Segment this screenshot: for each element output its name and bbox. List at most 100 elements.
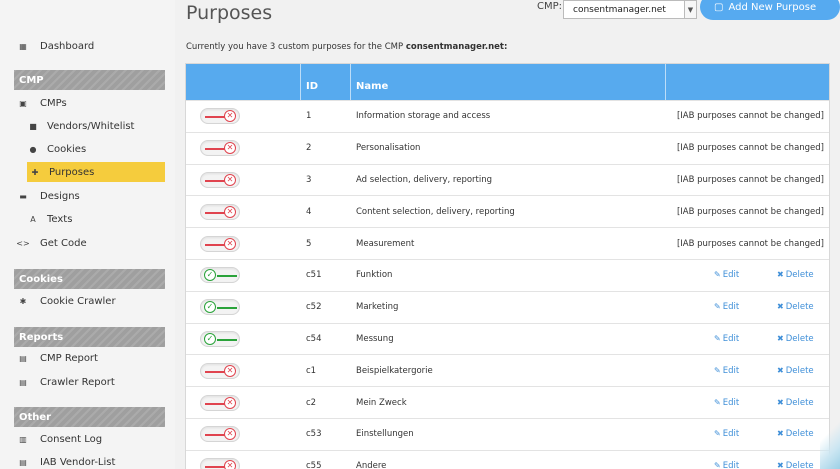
purpose-toggle[interactable]: ✓	[200, 299, 240, 316]
nav-get-code[interactable]: <> Get Code	[16, 233, 86, 253]
edit-button[interactable]: ✎ Edit	[714, 366, 739, 376]
close-icon: ✖	[777, 302, 784, 312]
font-icon: A	[30, 214, 36, 224]
purpose-toggle[interactable]: ✕	[200, 108, 240, 125]
close-icon: ✖	[777, 461, 784, 469]
purpose-toggle[interactable]: ✕	[200, 394, 240, 411]
edit-button[interactable]: ✎ Edit	[714, 334, 739, 344]
x-icon: ✕	[224, 428, 236, 441]
table-row: ✕ 5 Measurement [IAB purposes cannot be cha…	[186, 227, 829, 259]
toggle-cell: ✕	[186, 235, 301, 252]
check-icon: ✓	[204, 301, 216, 314]
delete-button[interactable]: ✖ Delete	[777, 461, 814, 469]
nav-iab-vendor-list[interactable]: ▤ IAB Vendor-List	[18, 452, 115, 469]
table-row: ✓ c54 Messung ✎ Edit ✖ Delete	[186, 322, 829, 355]
edit-button[interactable]: ✎ Edit	[714, 429, 739, 439]
table-row: ✕ 4 Content selection, delivery, reporting…	[186, 195, 829, 227]
toggle-cell: ✕	[186, 171, 301, 188]
close-icon: ✖	[777, 333, 784, 343]
edit-label: Edit	[722, 461, 740, 469]
toggle-track	[205, 402, 225, 405]
toggle-cell: ✕	[186, 203, 301, 220]
purpose-id: c1	[306, 365, 317, 376]
nav-crawler-report[interactable]: ▤ Crawler Report	[18, 372, 115, 392]
edit-icon: ✎	[714, 397, 721, 407]
purpose-toggle[interactable]: ✕	[200, 235, 240, 252]
x-icon: ✕	[224, 110, 236, 123]
section-other: Other	[14, 407, 165, 427]
close-icon: ✖	[777, 397, 784, 407]
purpose-name: Einstellungen	[356, 429, 414, 440]
cmp-select[interactable]: consentmanager.net ▼	[563, 0, 697, 19]
x-icon: ✕	[224, 173, 236, 186]
nav-vendors[interactable]: ■ Vendors/Whitelist	[28, 116, 134, 136]
nav-cmps[interactable]: ▣ CMPs	[18, 93, 66, 113]
delete-label: Delete	[785, 429, 814, 440]
delete-button[interactable]: ✖ Delete	[777, 429, 814, 439]
x-icon: ✕	[224, 364, 236, 377]
nav-purposes[interactable]: ✚ Purposes	[27, 162, 165, 182]
chevron-down-icon: ▼	[684, 1, 696, 18]
edit-button[interactable]: ✎ Edit	[714, 398, 739, 408]
actions-cell: ✎ Edit ✖ Delete	[666, 451, 829, 469]
nav-cmp-report[interactable]: ▤ CMP Report	[18, 348, 98, 368]
iab-note: [IAB purposes cannot be changed]	[676, 111, 824, 122]
purpose-id: c55	[306, 461, 322, 469]
nav-iab-vendor-list-label: IAB Vendor-List	[40, 456, 116, 468]
toggle-track	[205, 466, 225, 469]
edit-button[interactable]: ✎ Edit	[714, 270, 739, 280]
purpose-toggle[interactable]: ✕	[200, 140, 240, 157]
add-new-purpose-button[interactable]: ▢ Add New Purpose	[700, 0, 840, 20]
purpose-name: Measurement	[356, 238, 415, 249]
toggle-cell: ✓	[186, 299, 301, 316]
toggle-cell: ✓	[186, 330, 301, 347]
purpose-toggle[interactable]: ✓	[200, 267, 240, 284]
edit-icon: ✎	[714, 429, 721, 439]
nav-cookie-crawler[interactable]: ✱ Cookie Crawler	[18, 291, 116, 311]
check-icon: ✓	[204, 332, 216, 345]
purpose-name: Andere	[356, 461, 387, 469]
purpose-toggle[interactable]: ✕	[200, 426, 240, 443]
cmp-select-value: consentmanager.net	[573, 4, 666, 15]
toggle-cell: ✕	[186, 362, 301, 379]
nav-texts[interactable]: A Texts	[28, 209, 72, 229]
purpose-toggle[interactable]: ✕	[200, 458, 240, 469]
toggle-cell: ✕	[186, 140, 301, 157]
delete-button[interactable]: ✖ Delete	[777, 302, 814, 312]
file-icon: ▢	[714, 1, 724, 13]
nav-designs[interactable]: ▬ Designs	[18, 186, 80, 206]
toggle-cell: ✕	[186, 108, 301, 125]
purpose-toggle[interactable]: ✓	[200, 330, 240, 347]
header-id: ID	[301, 64, 351, 100]
edit-label: Edit	[722, 333, 740, 344]
section-cookies: Cookies	[14, 269, 165, 289]
chart-icon: ▤	[19, 377, 27, 387]
x-icon: ✕	[224, 460, 236, 469]
purpose-toggle[interactable]: ✕	[200, 362, 240, 379]
purpose-name: Mein Zweck	[356, 397, 407, 408]
section-cmp: CMP	[14, 70, 165, 90]
delete-label: Delete	[785, 397, 814, 408]
purpose-toggle[interactable]: ✕	[200, 203, 240, 220]
iab-note: [IAB purposes cannot be changed]	[676, 174, 824, 185]
decorative-corner	[820, 409, 840, 469]
table-row: ✕ c53 Einstellungen ✎ Edit ✖ Delete	[186, 417, 829, 450]
code-icon: <>	[16, 238, 30, 248]
table-row: ✕ c1 Beispielkatergorie ✎ Edit ✖ Delete	[186, 354, 829, 386]
delete-button[interactable]: ✖ Delete	[777, 398, 814, 408]
toggle-track	[205, 370, 225, 373]
section-reports: Reports	[14, 327, 165, 347]
purpose-id: 1	[306, 111, 312, 122]
delete-button[interactable]: ✖ Delete	[777, 366, 814, 376]
nav-dashboard[interactable]: ▦ Dashboard	[18, 36, 94, 56]
dashboard-icon: ▦	[19, 41, 27, 51]
edit-button[interactable]: ✎ Edit	[714, 461, 739, 469]
nav-consent-log[interactable]: ▥ Consent Log	[18, 429, 102, 449]
cookie-icon: ●	[29, 144, 37, 154]
delete-button[interactable]: ✖ Delete	[777, 334, 814, 344]
nav-cookies[interactable]: ● Cookies	[28, 139, 87, 159]
sidebar: ▦ Dashboard CMP ▣ CMPs ■ Vendors/Whiteli…	[0, 0, 175, 469]
purpose-toggle[interactable]: ✕	[200, 171, 240, 188]
edit-button[interactable]: ✎ Edit	[714, 302, 739, 312]
delete-button[interactable]: ✖ Delete	[777, 270, 814, 280]
